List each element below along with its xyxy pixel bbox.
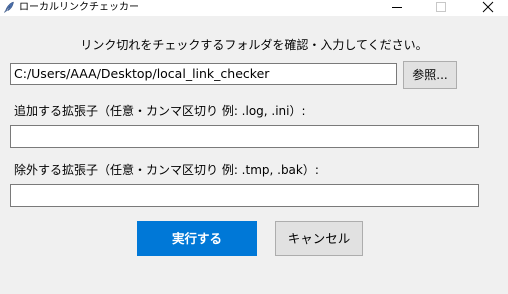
folder-path-input[interactable]: C:/Users/AAA/Desktop/local_link_checker	[10, 63, 397, 85]
maximize-button[interactable]	[419, 0, 463, 16]
exclude-extensions-label: 除外する拡張子（任意・カンマ区切り 例: .tmp, .bak）:	[14, 163, 319, 177]
close-button[interactable]	[463, 0, 507, 16]
include-extensions-label: 追加する拡張子（任意・カンマ区切り 例: .log, .ini）:	[14, 104, 306, 118]
exclude-extensions-input[interactable]	[10, 184, 479, 207]
include-extensions-input[interactable]	[10, 125, 479, 148]
window-title: ローカルリンクチェッカー	[19, 2, 139, 13]
cancel-button[interactable]: キャンセル	[275, 221, 363, 256]
browse-button[interactable]: 参照...	[403, 61, 457, 89]
instruction-text: リンク切れをチェックするフォルダを確認・入力してください。	[80, 38, 428, 52]
maximize-icon	[436, 2, 446, 12]
minimize-button[interactable]	[375, 0, 419, 16]
run-button[interactable]: 実行する	[137, 221, 257, 256]
feather-icon	[3, 1, 15, 13]
app-window: ローカルリンクチェッカー リンク切れをチェックするフォルダを確認・入力してくださ…	[0, 0, 508, 294]
close-icon	[482, 1, 494, 13]
minimize-icon	[392, 7, 402, 8]
title-bar[interactable]: ローカルリンクチェッカー	[0, 0, 508, 16]
